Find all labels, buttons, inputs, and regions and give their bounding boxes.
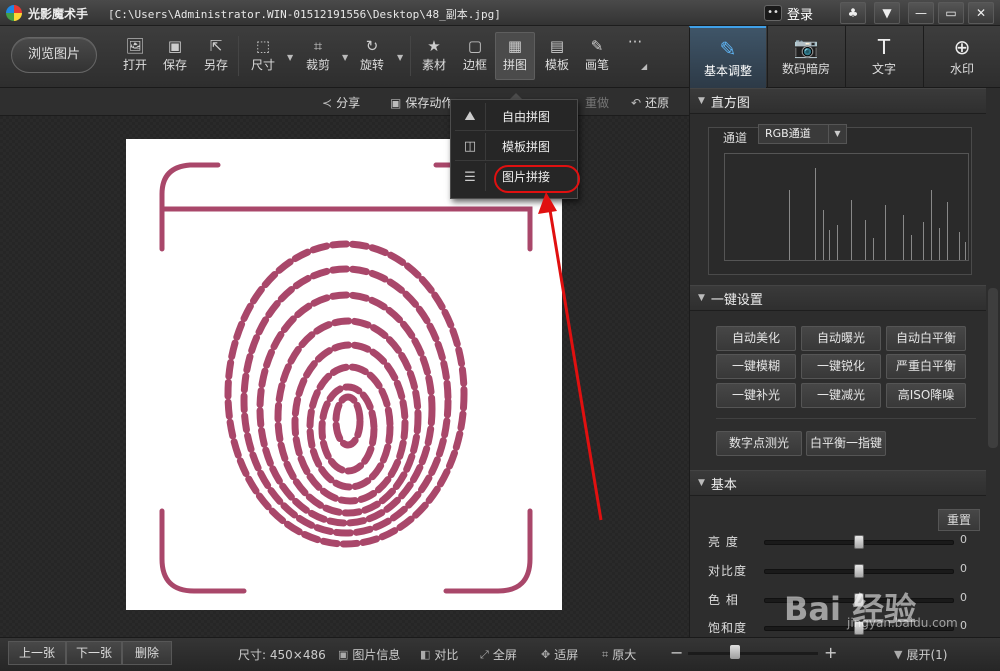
fullscreen-label: 全屏	[492, 648, 517, 662]
white-balance-picker-button[interactable]: 白平衡一指键	[806, 431, 886, 456]
histogram-bar	[959, 232, 960, 260]
histogram-bar	[815, 168, 816, 260]
auto-white-balance-button[interactable]: 自动白平衡	[886, 326, 966, 351]
slider-thumb[interactable]	[854, 535, 864, 549]
basic-header[interactable]: ▼ 基本	[690, 470, 986, 496]
fit-screen-button[interactable]: ✥ 适屏	[541, 646, 578, 663]
reduce-light-button[interactable]: 一键减光	[801, 383, 881, 408]
image-info-label: 图片信息	[352, 648, 401, 662]
compare-icon: ◧	[420, 648, 431, 661]
auto-beautify-button[interactable]: 自动美化	[716, 326, 796, 351]
histogram-bar	[851, 200, 852, 260]
zoom-slider-track[interactable]	[688, 652, 818, 655]
slider-label: 对比度	[708, 564, 748, 578]
one-click-blur-button[interactable]: 一键模糊	[716, 354, 796, 379]
histogram-bar	[885, 205, 886, 260]
next-image-button[interactable]: 下一张	[66, 641, 122, 665]
histogram-bar	[911, 235, 912, 260]
contrast-slider[interactable]: 对比度 0	[708, 562, 978, 580]
fullscreen-icon: ⤢	[480, 647, 489, 661]
histogram-bar	[865, 220, 866, 260]
slider-value: 0	[960, 562, 967, 575]
image-info-button[interactable]: ▣ 图片信息	[338, 646, 400, 663]
histogram-bar	[903, 215, 904, 260]
baidu-watermark-url: jingyan.baidu.com	[847, 616, 958, 630]
severe-white-balance-button[interactable]: 严重白平衡	[886, 354, 966, 379]
collapse-arrow-icon: ▼	[698, 293, 705, 303]
one-click-sharpen-button[interactable]: 一键锐化	[801, 354, 881, 379]
zoom-in-button[interactable]: +	[824, 643, 837, 662]
histogram-bar	[947, 202, 948, 260]
histogram-title: 直方图	[710, 95, 750, 111]
slider-value: 0	[960, 533, 967, 546]
histogram-plot	[724, 153, 969, 261]
fit-screen-icon: ✥	[541, 648, 551, 661]
zoom-out-button[interactable]: −	[670, 643, 683, 662]
status-bar: 上一张 下一张 删除 尺寸: 450×486 ▣ 图片信息 ◧ 对比 ⤢ 全屏 …	[0, 637, 1000, 671]
image-size-text: 尺寸: 450×486	[238, 648, 326, 662]
collapse-arrow-icon: ▼	[698, 96, 705, 106]
fill-light-button[interactable]: 一键补光	[716, 383, 796, 408]
slider-value: 0	[960, 619, 967, 632]
histogram-bar	[829, 230, 830, 260]
basic-title: 基本	[710, 477, 737, 493]
histogram-bar	[965, 242, 966, 260]
image-info-icon: ▣	[338, 648, 349, 661]
zoom-slider-thumb[interactable]	[730, 645, 740, 659]
histogram-bar	[873, 238, 874, 260]
histogram-bar	[923, 222, 924, 260]
high-iso-denoise-button[interactable]: 高ISO降噪	[886, 383, 966, 408]
expand-label: 展开(1)	[906, 648, 948, 662]
slider-label: 色 相	[708, 593, 739, 607]
channel-label: 通道	[723, 131, 748, 145]
fullscreen-button[interactable]: ⤢ 全屏	[480, 646, 517, 663]
histogram-bar	[931, 190, 932, 260]
prev-image-button[interactable]: 上一张	[8, 641, 66, 665]
original-size-button[interactable]: ⌗ 原大	[602, 646, 636, 663]
channel-value: RGB通道	[765, 127, 811, 140]
slider-label: 亮 度	[708, 535, 739, 549]
section-divider	[716, 418, 976, 419]
channel-select[interactable]: RGB通道 ▼	[758, 124, 847, 144]
chevron-down-icon: ▼	[828, 125, 846, 143]
histogram-bar	[789, 190, 790, 260]
delete-button[interactable]: 删除	[122, 641, 172, 665]
original-size-icon: ⌗	[602, 647, 609, 661]
collapse-arrow-icon: ▼	[698, 478, 705, 488]
fit-screen-label: 适屏	[554, 648, 579, 662]
histogram-bar	[823, 210, 824, 260]
slider-label: 饱和度	[708, 621, 748, 635]
slider-value: 0	[960, 591, 967, 604]
reset-button[interactable]: 重置	[938, 509, 980, 531]
image-size: 尺寸: 450×486	[238, 646, 326, 663]
right-panel: ▼ 直方图 通道 RGB通道 ▼ ▼ 一键设置 自动美化 自动曝光 自动白平衡 …	[689, 88, 1000, 637]
compare-button[interactable]: ◧ 对比	[420, 646, 458, 663]
auto-exposure-button[interactable]: 自动曝光	[801, 326, 881, 351]
brightness-slider[interactable]: 亮 度 0	[708, 533, 978, 551]
one-click-header[interactable]: ▼ 一键设置	[690, 285, 986, 311]
original-size-label: 原大	[612, 648, 637, 662]
slider-thumb[interactable]	[854, 564, 864, 578]
spot-metering-button[interactable]: 数字点测光	[716, 431, 802, 456]
histogram-bar	[837, 225, 838, 260]
expand-icon: ▼	[894, 648, 903, 661]
histogram-header[interactable]: ▼ 直方图	[690, 88, 986, 114]
histogram-bar	[939, 228, 940, 260]
one-click-title: 一键设置	[710, 292, 763, 308]
expand-button[interactable]: ▼ 展开(1)	[894, 646, 947, 663]
panel-scrollbar[interactable]	[988, 288, 998, 448]
compare-label: 对比	[434, 648, 459, 662]
